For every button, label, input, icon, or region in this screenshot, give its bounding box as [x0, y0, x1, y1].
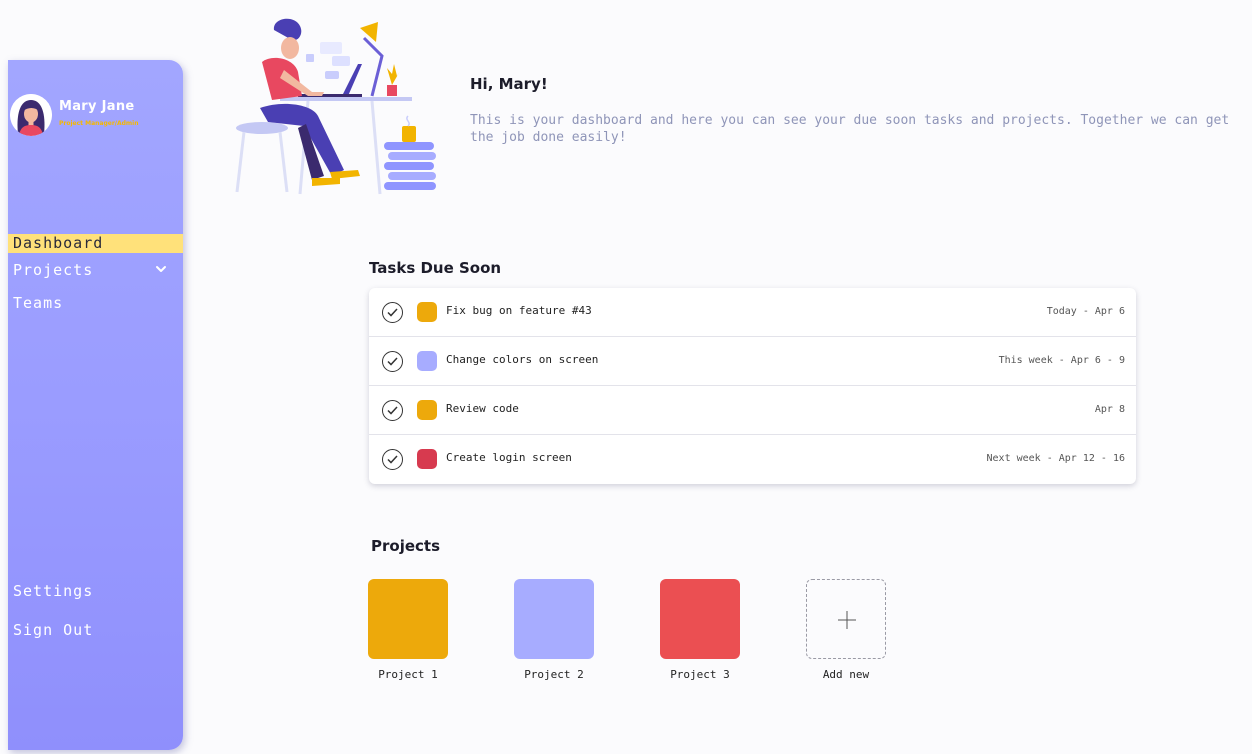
task-name: Create login screen	[446, 451, 572, 464]
check-circle-icon[interactable]	[382, 449, 403, 470]
nav-sign-out-label: Sign Out	[13, 621, 94, 639]
greeting-heading: Hi, Mary!	[470, 75, 548, 93]
project-tile	[368, 579, 448, 659]
user-name: Mary Jane	[59, 99, 135, 114]
plus-icon	[838, 611, 856, 629]
nav-projects[interactable]: Projects	[8, 261, 183, 280]
tasks-list: Fix bug on feature #43 Today - Apr 6 Cha…	[369, 288, 1136, 484]
task-due-date: Next week - Apr 12 - 16	[986, 453, 1125, 464]
check-circle-icon[interactable]	[382, 351, 403, 372]
project-label: Project 1	[378, 668, 438, 681]
user-role: Project Manager/Admin	[59, 120, 139, 127]
project-card-1[interactable]: Project 1	[368, 579, 448, 681]
task-row[interactable]: Create login screen Next week - Apr 12 -…	[369, 435, 1136, 484]
task-row[interactable]: Fix bug on feature #43 Today - Apr 6	[369, 288, 1136, 337]
user-profile: Mary Jane Project Manager/Admin	[8, 94, 183, 138]
nav-dashboard[interactable]: Dashboard	[8, 234, 183, 253]
project-tile	[514, 579, 594, 659]
dashboard-page: Mary Jane Project Manager/Admin Dashboar…	[0, 0, 1252, 754]
chevron-down-icon[interactable]	[155, 263, 167, 275]
task-color-swatch	[417, 449, 437, 469]
task-due-date: This week - Apr 6 - 9	[998, 355, 1125, 366]
avatar	[10, 94, 52, 136]
nav-teams[interactable]: Teams	[8, 294, 183, 313]
nav-teams-label: Teams	[13, 294, 64, 312]
dashboard-intro-text: This is your dashboard and here you can …	[470, 113, 1230, 145]
task-name: Change colors on screen	[446, 353, 599, 366]
add-project-tile[interactable]	[806, 579, 886, 659]
task-row[interactable]: Review code Apr 8	[369, 386, 1136, 435]
project-card-3[interactable]: Project 3	[660, 579, 740, 681]
project-tile	[660, 579, 740, 659]
task-due-date: Today - Apr 6	[1046, 306, 1125, 317]
task-name: Fix bug on feature #43	[446, 304, 592, 317]
project-label: Project 3	[670, 668, 730, 681]
add-project-button[interactable]: Add new	[806, 579, 886, 681]
nav-projects-label: Projects	[13, 261, 94, 279]
task-row[interactable]: Change colors on screen This week - Apr …	[369, 337, 1136, 386]
nav-sign-out[interactable]: Sign Out	[8, 621, 183, 640]
tasks-section-title: Tasks Due Soon	[369, 259, 502, 277]
projects-section-title: Projects	[371, 537, 441, 555]
task-name: Review code	[446, 402, 519, 415]
nav-dashboard-label: Dashboard	[13, 234, 104, 252]
check-circle-icon[interactable]	[382, 400, 403, 421]
task-color-swatch	[417, 400, 437, 420]
workspace-illustration	[235, 18, 436, 195]
task-color-swatch	[417, 302, 437, 322]
task-due-date: Apr 8	[1094, 404, 1125, 415]
nav-settings[interactable]: Settings	[8, 582, 183, 601]
task-color-swatch	[417, 351, 437, 371]
nav-settings-label: Settings	[13, 582, 94, 600]
add-project-label: Add new	[822, 668, 870, 681]
check-circle-icon[interactable]	[382, 302, 403, 323]
project-card-2[interactable]: Project 2	[514, 579, 594, 681]
project-label: Project 2	[524, 668, 584, 681]
sidebar: Mary Jane Project Manager/Admin Dashboar…	[8, 60, 183, 750]
